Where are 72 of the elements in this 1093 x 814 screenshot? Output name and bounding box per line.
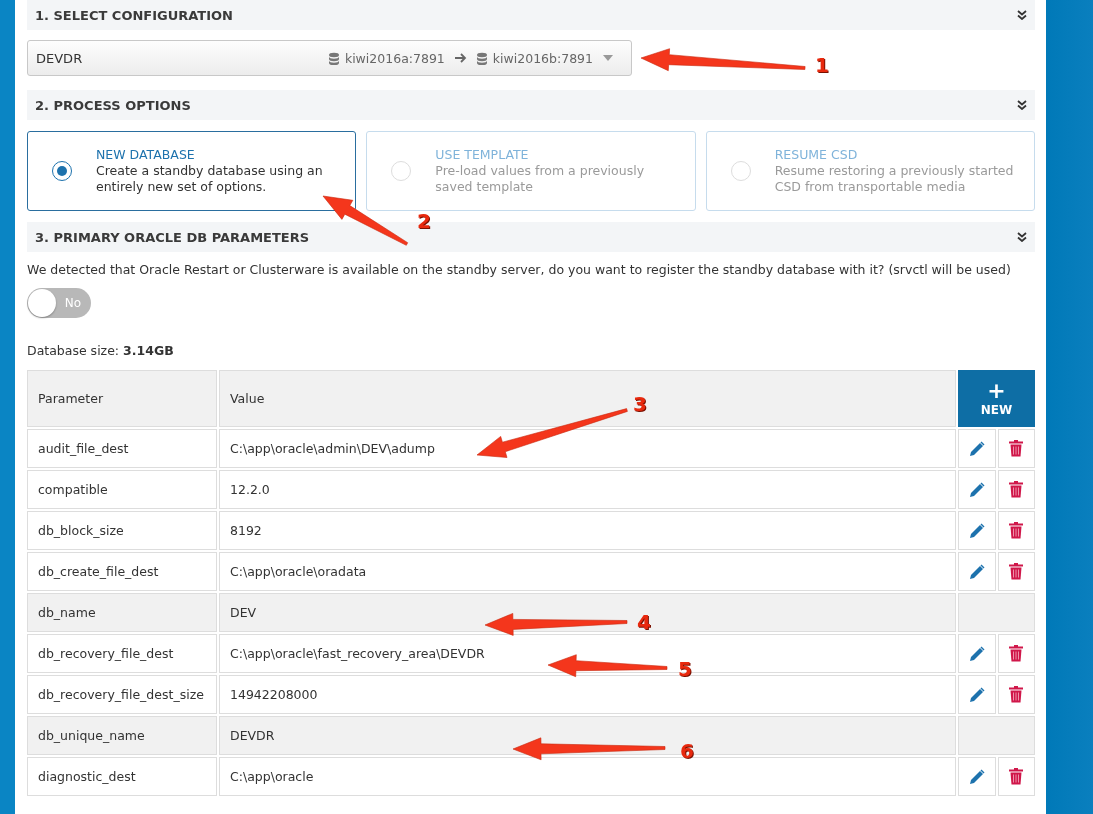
delete-button[interactable] (997, 511, 1035, 550)
option-title: RESUME CSD (774, 147, 859, 162)
callout-number: 3 (633, 392, 647, 416)
database-icon (476, 51, 487, 65)
target-host: kiwi2016b:7891 (492, 50, 593, 66)
delete-button[interactable] (997, 552, 1035, 591)
table-cell: 8192 (219, 511, 956, 550)
trash-icon (1009, 768, 1024, 785)
new-button[interactable]: + NEW (958, 370, 1035, 427)
pencil-icon (968, 768, 985, 785)
callout-number: 4 (637, 610, 651, 634)
section-title: 1. SELECT CONFIGURATION (35, 7, 233, 23)
edit-button[interactable] (958, 470, 996, 509)
table-cell: db_name (27, 593, 217, 632)
pencil-icon (968, 481, 985, 498)
table-cell: db_create_file_dest (27, 552, 217, 591)
edit-button[interactable] (958, 511, 996, 550)
table-cell: db_recovery_file_dest_size (27, 675, 217, 714)
table-cell: C:\app\oracle (219, 757, 956, 796)
edit-button[interactable] (958, 757, 996, 796)
column-header: Parameter (27, 370, 217, 427)
trash-icon (1009, 645, 1024, 662)
delete-button[interactable] (997, 634, 1035, 673)
edit-button[interactable] (958, 634, 996, 673)
arrow-right-icon (454, 53, 467, 63)
trash-icon (1009, 440, 1024, 457)
pencil-icon (968, 440, 985, 457)
table-cell: db_unique_name (27, 716, 217, 755)
notice-text: We detected that Oracle Restart or Clusterware is available on the standby server, do you want to register the standby database with it? (srvctl will be used) (27, 262, 1012, 278)
delete-button[interactable] (997, 470, 1035, 509)
table-cell: audit_file_dest (27, 429, 217, 468)
edit-button[interactable] (958, 552, 996, 591)
pencil-icon (968, 686, 985, 703)
table-cell: 14942208000 (219, 675, 956, 714)
option-title: USE TEMPLATE (435, 147, 530, 162)
delete-button[interactable] (997, 675, 1035, 714)
database-size-text: Database size: 3.14GB (27, 343, 175, 358)
section-header[interactable]: 1. SELECT CONFIGURATION (27, 0, 1035, 30)
trash-icon (1009, 522, 1024, 539)
section-title: 3. PRIMARY ORACLE DB PARAMETERS (35, 229, 310, 245)
configuration-dropdown[interactable]: DEVDR kiwi2016a:7891 kiwi2016b:7891 (27, 40, 632, 76)
option-title: NEW DATABASE (96, 147, 196, 162)
caret-icon (603, 55, 613, 61)
option-description: Resume restoring a previously started CSD from transportable media (774, 163, 1015, 195)
option-description: Pre-load values from a previously saved template (435, 163, 646, 195)
edit-button[interactable] (958, 429, 996, 468)
database-icon (328, 51, 339, 65)
table-cell: C:\app\oracle\oradata (219, 552, 956, 591)
trash-icon (1009, 481, 1024, 498)
pencil-icon (968, 522, 985, 539)
table-cell: diagnostic_dest (27, 757, 217, 796)
option-description: Create a standby database using an entirely new set of options. (96, 163, 324, 195)
callout-number: 1 (815, 53, 829, 77)
section-header[interactable]: 2. PROCESS OPTIONS (27, 90, 1035, 120)
double-chevron-icon (1017, 100, 1027, 110)
table-cell: db_recovery_file_dest (27, 634, 217, 673)
pencil-icon (968, 563, 985, 580)
trash-icon (1009, 563, 1024, 580)
table-cell: db_block_size (27, 511, 217, 550)
double-chevron-icon (1017, 232, 1027, 242)
edit-button[interactable] (958, 675, 996, 714)
source-host: kiwi2016a:7891 (344, 50, 445, 66)
table-cell: 12.2.0 (219, 470, 956, 509)
delete-button[interactable] (997, 429, 1035, 468)
pencil-icon (968, 645, 985, 662)
dropdown-value: DEVDR (36, 50, 83, 66)
double-chevron-icon (1017, 10, 1027, 20)
table-cell: compatible (27, 470, 217, 509)
delete-button[interactable] (997, 757, 1035, 796)
section-title: 2. PROCESS OPTIONS (35, 97, 191, 113)
trash-icon (1009, 686, 1024, 703)
table-cell: C:\app\oracle\admin\DEV\adump (219, 429, 956, 468)
